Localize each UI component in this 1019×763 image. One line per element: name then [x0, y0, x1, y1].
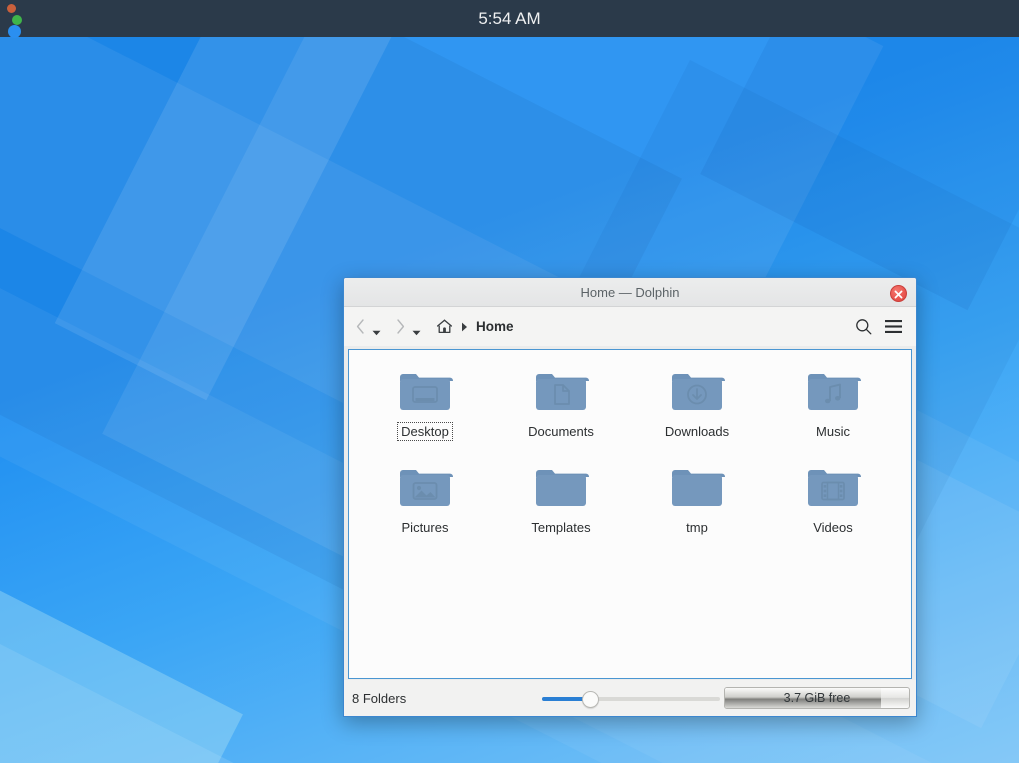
chevron-down-icon — [412, 330, 421, 336]
breadcrumb-separator — [455, 316, 473, 338]
file-item-music[interactable]: Music — [765, 362, 901, 458]
chevron-down-icon — [372, 330, 381, 336]
free-space-bar[interactable]: 3.7 GiB free — [724, 687, 910, 709]
file-item-videos[interactable]: Videos — [765, 458, 901, 554]
close-button[interactable] — [890, 285, 907, 302]
free-space-label: 3.7 GiB free — [725, 688, 909, 708]
file-item-label: Videos — [810, 519, 856, 536]
file-item-label: Pictures — [399, 519, 452, 536]
forward-button[interactable] — [392, 314, 409, 340]
chevron-left-icon — [356, 319, 365, 334]
folder-videos-icon — [805, 464, 861, 510]
chevron-right-icon — [396, 319, 405, 334]
status-bar: 8 Folders 3.7 GiB free — [344, 680, 916, 716]
folder-pictures-icon — [397, 464, 453, 510]
dolphin-window[interactable]: Home — Dolphin — [343, 277, 917, 717]
file-item-label: Music — [813, 423, 853, 440]
folder-downloads-icon — [669, 368, 725, 414]
forward-history-button[interactable] — [409, 314, 423, 340]
file-item-downloads[interactable]: Downloads — [629, 362, 765, 458]
file-item-documents[interactable]: Documents — [493, 362, 629, 458]
folder-plain-icon — [669, 464, 725, 510]
breadcrumb-current-item[interactable]: Home — [473, 319, 517, 334]
item-count-label: 8 Folders — [352, 691, 542, 706]
file-item-label: Downloads — [662, 423, 732, 440]
file-item-label: Documents — [525, 423, 597, 440]
wallpaper-band — [700, 0, 1019, 310]
file-item-pictures[interactable]: Pictures — [357, 458, 493, 554]
close-icon — [894, 290, 903, 299]
hamburger-menu-icon — [884, 319, 903, 334]
back-button[interactable] — [352, 314, 369, 340]
folder-plain-icon — [533, 464, 589, 510]
panel-clock[interactable]: 5:54 AM — [0, 0, 1019, 37]
file-item-tmp[interactable]: tmp — [629, 458, 765, 554]
breadcrumb-home-button[interactable] — [433, 316, 455, 338]
folder-music-icon — [805, 368, 861, 414]
folder-documents-icon — [533, 368, 589, 414]
main-menu-button[interactable] — [878, 312, 908, 342]
folder-desktop-icon — [397, 368, 453, 414]
breadcrumb: Home — [433, 316, 517, 338]
zoom-slider[interactable] — [542, 688, 720, 708]
back-navigation-group[interactable] — [352, 314, 383, 340]
slider-handle[interactable] — [582, 691, 599, 708]
triangle-right-icon — [461, 322, 468, 332]
search-button[interactable] — [848, 312, 878, 342]
file-item-desktop[interactable]: Desktop — [357, 362, 493, 458]
forward-navigation-group[interactable] — [392, 314, 423, 340]
file-item-templates[interactable]: Templates — [493, 458, 629, 554]
file-item-label: Templates — [528, 519, 593, 536]
icon-view[interactable]: Desktop Documents — [349, 350, 911, 678]
back-history-button[interactable] — [369, 314, 383, 340]
file-item-label: Desktop — [398, 423, 452, 440]
window-titlebar[interactable]: Home — Dolphin — [344, 278, 916, 307]
slider-fill — [542, 697, 587, 701]
search-icon — [855, 318, 872, 335]
wallpaper-band — [0, 560, 243, 763]
file-item-label: tmp — [683, 519, 711, 536]
top-panel: 5:54 AM — [0, 0, 1019, 37]
window-title: Home — Dolphin — [344, 278, 916, 307]
file-view-container[interactable]: Desktop Documents — [348, 349, 912, 679]
home-icon — [436, 319, 453, 334]
navigation-toolbar: Home — [344, 307, 916, 346]
